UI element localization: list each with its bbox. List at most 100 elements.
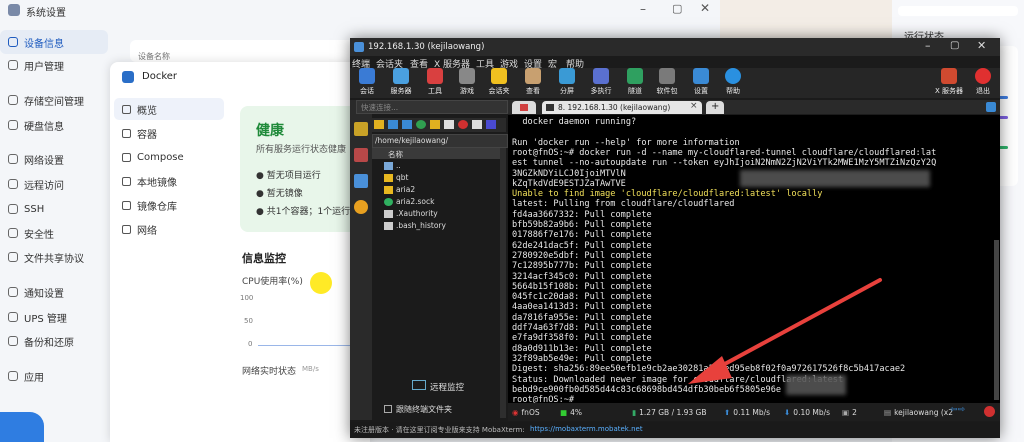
toolbar-servers-button[interactable]: 服务器	[386, 68, 416, 96]
sidebar-item-ssh[interactable]: SSH	[0, 197, 108, 221]
home-tab[interactable]	[512, 101, 536, 114]
toolbar-help-button[interactable]: 帮助	[718, 68, 748, 96]
new-folder-icon[interactable]	[430, 120, 440, 129]
bell-icon	[8, 287, 18, 297]
toolbar-split-button[interactable]: 分屏	[552, 68, 582, 96]
overview-icon	[122, 104, 131, 114]
toolbar-view-button[interactable]: 查看	[518, 68, 548, 96]
terminal-maximize-icon[interactable]: ▢	[950, 40, 959, 51]
sidebar-item-storage[interactable]: 存储空间管理	[0, 88, 108, 112]
delete-icon[interactable]	[458, 120, 468, 129]
terminal-minimize-icon[interactable]: –	[925, 39, 931, 52]
file-row-aria2-sock[interactable]: aria2.sock	[384, 197, 434, 206]
status-card	[898, 6, 1018, 16]
toolbar-tools-button[interactable]: 工具	[420, 68, 450, 96]
terminal-line: 3214acf345c0: Pull complete	[512, 271, 652, 282]
file-name: .Xauthority	[396, 209, 438, 218]
toolbar-session-button[interactable]: 会话	[352, 68, 382, 96]
sidebar-item-apps[interactable]: 应用	[0, 364, 108, 388]
docker-nav-compose[interactable]: Compose	[114, 146, 224, 168]
text-icon[interactable]	[486, 120, 496, 129]
file-row-qbt[interactable]: qbt	[384, 173, 408, 182]
dock-app-icon[interactable]	[0, 412, 44, 442]
macro-icon[interactable]	[354, 200, 368, 214]
sidebar-item-ups[interactable]: UPS 管理	[0, 305, 108, 329]
terminal-line: Run 'docker run --help' for more informa…	[512, 137, 740, 148]
file-icon[interactable]	[472, 120, 482, 129]
toolbar-label: 隧道	[628, 87, 642, 95]
sidebar-item-label: UPS 管理	[24, 313, 67, 325]
sidebar-item-remote[interactable]: 远程访问	[0, 172, 108, 196]
file-browser-scrollbar[interactable]	[500, 148, 506, 418]
docker-nav-containers[interactable]: 容器	[114, 122, 224, 144]
minimize-icon[interactable]: –	[640, 2, 646, 16]
arrows-icon[interactable]: ⇦⇨	[950, 405, 965, 415]
sidebar-item-backup[interactable]: 备份和还原	[0, 329, 108, 353]
sidebar-item-label: 应用	[24, 372, 44, 384]
upload-icon[interactable]	[402, 120, 412, 129]
toolbar-xserver-button[interactable]: X 服务器	[934, 68, 964, 96]
health-desc: 所有服务运行状态健康	[256, 145, 347, 155]
file-row-bash-history[interactable]: .bash_history	[384, 221, 446, 230]
globe-icon	[122, 224, 131, 234]
tab-close-icon[interactable]: ×	[690, 101, 698, 111]
sidebar-item-notifications[interactable]: 通知设置	[0, 280, 108, 304]
toolbar-favorites-button[interactable]: 会话夹	[484, 68, 514, 96]
health-check-images: ● 暂无镜像	[256, 189, 303, 199]
toolbar-games-button[interactable]: 游戏	[452, 68, 482, 96]
follow-folder-checkbox[interactable]	[384, 405, 392, 413]
toolbar-label: 退出	[976, 87, 990, 95]
monitor-title: 信息监控	[242, 252, 286, 265]
sidebar-item-security[interactable]: 安全性	[0, 221, 108, 245]
net-label: 网络实时状态	[242, 367, 297, 377]
attach-icon[interactable]	[986, 102, 996, 112]
docker-nav-registry[interactable]: 镜像仓库	[114, 194, 224, 216]
disconnect-icon[interactable]	[984, 406, 995, 417]
new-file-icon[interactable]	[444, 120, 454, 129]
view-icon	[525, 68, 541, 84]
toolbar-multiexec-button[interactable]: 多执行	[586, 68, 616, 96]
maximize-icon[interactable]: ▢	[672, 2, 682, 15]
path-bar[interactable]: /home/kejilaowang/	[372, 134, 508, 148]
remote-monitor-button[interactable]: 远程监控	[430, 381, 464, 393]
file-row-aria2[interactable]: aria2	[384, 185, 415, 194]
file-header-name: 名称	[388, 150, 403, 159]
docker-nav-local-images[interactable]: 本地镜像	[114, 170, 224, 192]
registry-icon	[122, 200, 131, 210]
power-icon	[975, 68, 991, 84]
sidebar-item-device-info[interactable]: 设备信息	[0, 30, 108, 54]
file-name: ..	[396, 161, 401, 170]
toolbar-packages-button[interactable]: 软件包	[652, 68, 682, 96]
download-icon[interactable]	[388, 120, 398, 129]
docker-nav-label: Compose	[137, 151, 184, 163]
close-icon[interactable]: ✕	[700, 1, 710, 15]
terminal-scrollbar[interactable]	[994, 240, 999, 400]
sidebar-item-network[interactable]: 网络设置	[0, 147, 108, 171]
remote-icon	[8, 179, 18, 189]
terminal-close-icon[interactable]: ✕	[977, 39, 986, 52]
toolbar-tunnel-button[interactable]: 隧道	[620, 68, 650, 96]
file-row-xauthority[interactable]: .Xauthority	[384, 209, 438, 218]
sidebar-item-file-sharing[interactable]: 文件共享协议	[0, 245, 108, 269]
new-tab-button[interactable]: +	[706, 101, 724, 114]
sidebar-item-disk[interactable]: 硬盘信息	[0, 113, 108, 137]
tools-icon[interactable]	[354, 148, 368, 162]
star-icon[interactable]	[354, 122, 368, 136]
footer-text: 未注册版本 · 请在这里订阅专业版来支持 MobaXterm:	[354, 426, 525, 434]
terminal-line: e7fa9df358f0: Pull complete	[512, 333, 652, 344]
refresh-icon[interactable]	[416, 120, 426, 129]
sidebar-item-users[interactable]: 用户管理	[0, 53, 108, 77]
toolbar-label: X 服务器	[934, 87, 964, 95]
docker-nav-network[interactable]: 网络	[114, 218, 224, 240]
status-users-text: 2	[852, 407, 857, 417]
split-icon	[559, 68, 575, 84]
toolbar-settings-button[interactable]: 设置	[686, 68, 716, 96]
footer-link[interactable]: https://mobaxterm.mobatek.net	[530, 425, 643, 433]
quick-connect-box[interactable]: 快速连接...	[356, 100, 508, 114]
toolbar-exit-button[interactable]: 退出	[968, 68, 998, 96]
docker-nav-overview[interactable]: 概览	[114, 98, 224, 120]
session-tab[interactable]: 8. 192.168.1.30 (kejilaowang) ×	[542, 101, 702, 114]
send-icon[interactable]	[354, 174, 368, 188]
folder-up-icon[interactable]	[374, 120, 384, 129]
file-row-parent[interactable]: ..	[384, 161, 401, 170]
